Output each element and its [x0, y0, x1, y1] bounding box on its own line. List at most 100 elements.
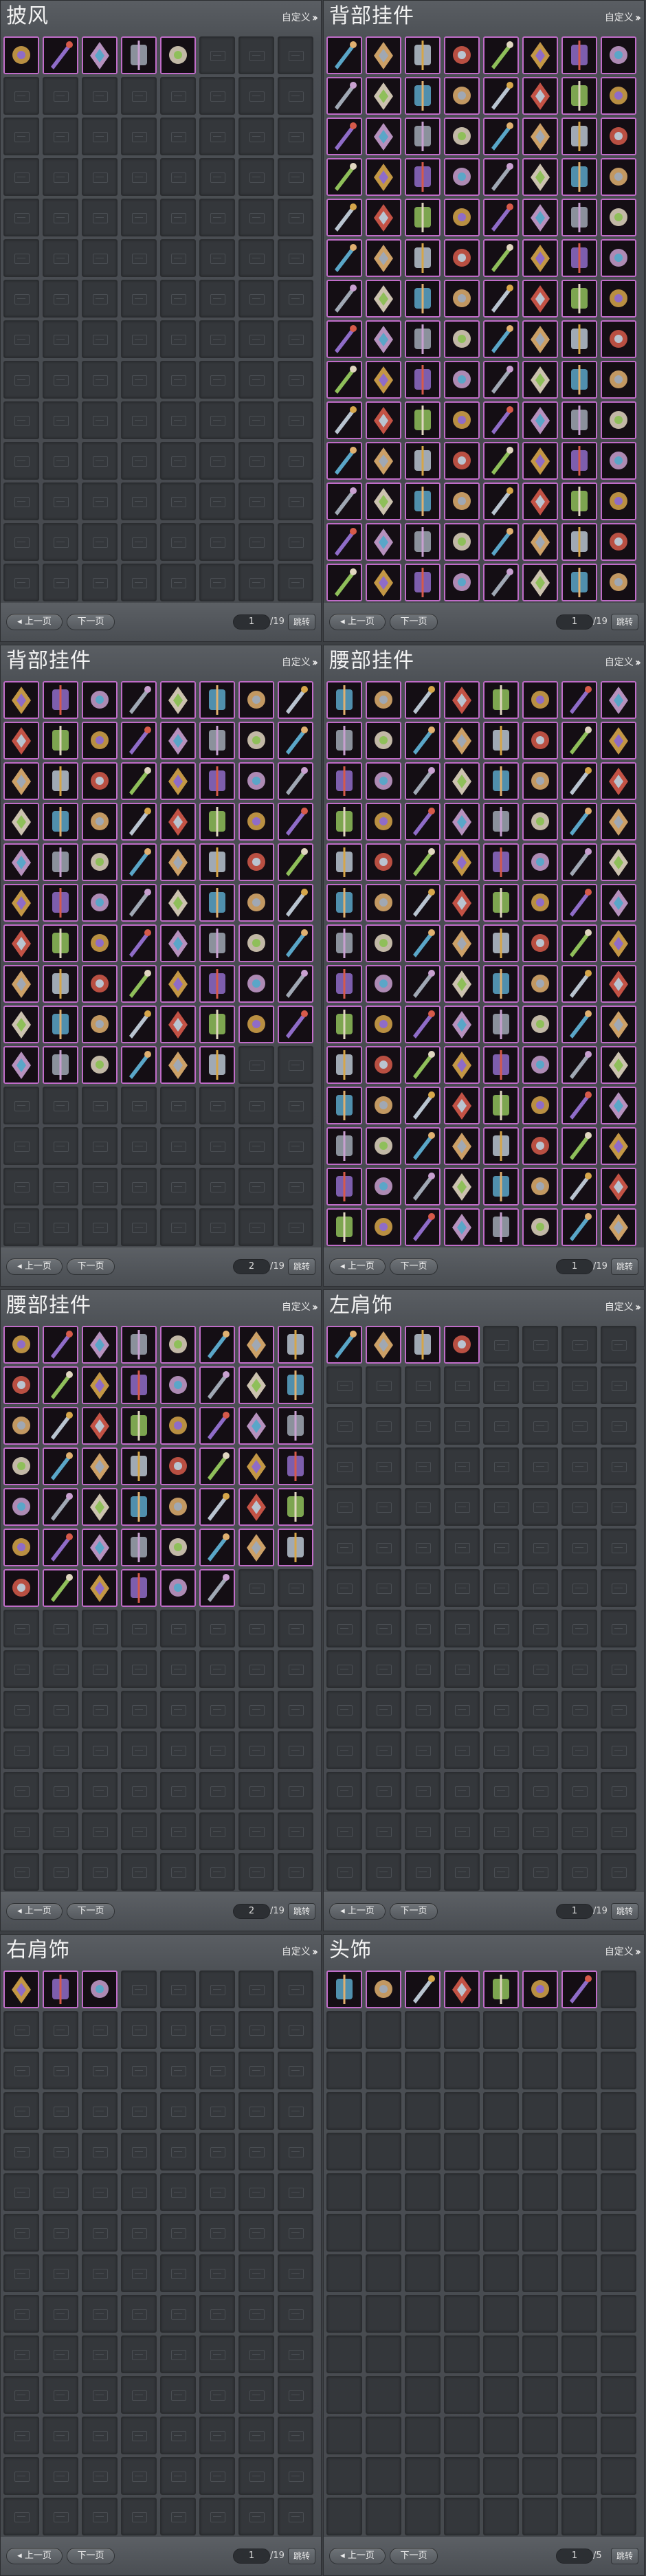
- item-slot[interactable]: [366, 1208, 401, 1246]
- item-slot[interactable]: [82, 1488, 118, 1526]
- item-slot[interactable]: [3, 1488, 39, 1526]
- item-slot[interactable]: [561, 280, 597, 318]
- item-slot[interactable]: [483, 1970, 519, 2008]
- item-slot[interactable]: [199, 1569, 235, 1607]
- item-slot[interactable]: [522, 924, 558, 962]
- item-slot[interactable]: [444, 1006, 480, 1043]
- item-slot[interactable]: [278, 1407, 313, 1445]
- customize-button[interactable]: 自定义 ››: [282, 1300, 318, 1313]
- item-slot[interactable]: [444, 199, 480, 236]
- next-page-button[interactable]: 下一页: [390, 614, 438, 630]
- item-slot[interactable]: [160, 1569, 196, 1607]
- item-slot[interactable]: [483, 884, 519, 922]
- customize-button[interactable]: 自定义 ››: [282, 10, 318, 24]
- item-slot[interactable]: [3, 884, 39, 922]
- item-slot[interactable]: [326, 401, 362, 439]
- item-slot[interactable]: [601, 1006, 636, 1043]
- item-slot[interactable]: [561, 965, 597, 1003]
- item-slot[interactable]: [160, 681, 196, 719]
- item-slot[interactable]: [326, 1970, 362, 2008]
- item-slot[interactable]: [366, 1168, 401, 1206]
- jump-button[interactable]: 跳转: [288, 614, 315, 630]
- item-slot[interactable]: [3, 1447, 39, 1485]
- prev-page-button[interactable]: ◂ 上一页: [329, 1903, 386, 1920]
- item-slot[interactable]: [43, 1447, 78, 1485]
- item-slot[interactable]: [43, 1046, 78, 1084]
- jump-button[interactable]: 跳转: [288, 1903, 315, 1920]
- item-slot[interactable]: [43, 681, 78, 719]
- item-slot[interactable]: [43, 1488, 78, 1526]
- item-slot[interactable]: [601, 965, 636, 1003]
- item-slot[interactable]: [3, 924, 39, 962]
- item-slot[interactable]: [43, 762, 78, 800]
- item-slot[interactable]: [561, 77, 597, 115]
- item-slot[interactable]: [160, 924, 196, 962]
- prev-page-button[interactable]: ◂ 上一页: [329, 614, 386, 630]
- item-slot[interactable]: [3, 1046, 39, 1084]
- item-slot[interactable]: [483, 803, 519, 841]
- item-slot[interactable]: [483, 722, 519, 759]
- item-slot[interactable]: [483, 158, 519, 196]
- item-slot[interactable]: [483, 762, 519, 800]
- item-slot[interactable]: [366, 803, 401, 841]
- item-slot[interactable]: [522, 1970, 558, 2008]
- item-slot[interactable]: [199, 843, 235, 881]
- item-slot[interactable]: [601, 762, 636, 800]
- item-slot[interactable]: [405, 77, 441, 115]
- item-slot[interactable]: [483, 1046, 519, 1084]
- item-slot[interactable]: [483, 843, 519, 881]
- jump-button[interactable]: 跳转: [288, 2548, 315, 2564]
- item-slot[interactable]: [561, 1208, 597, 1246]
- item-slot[interactable]: [82, 1569, 118, 1607]
- item-slot[interactable]: [601, 564, 636, 601]
- item-slot[interactable]: [121, 884, 157, 922]
- item-slot[interactable]: [405, 1046, 441, 1084]
- item-slot[interactable]: [522, 1006, 558, 1043]
- item-slot[interactable]: [522, 1127, 558, 1165]
- item-slot[interactable]: [326, 681, 362, 719]
- item-slot[interactable]: [601, 482, 636, 520]
- item-slot[interactable]: [405, 1087, 441, 1124]
- item-slot[interactable]: [601, 924, 636, 962]
- item-slot[interactable]: [43, 1529, 78, 1566]
- item-slot[interactable]: [326, 36, 362, 74]
- item-slot[interactable]: [483, 118, 519, 155]
- item-slot[interactable]: [483, 280, 519, 318]
- item-slot[interactable]: [522, 442, 558, 480]
- item-slot[interactable]: [522, 1208, 558, 1246]
- item-slot[interactable]: [121, 1366, 157, 1404]
- item-slot[interactable]: [405, 1970, 441, 2008]
- customize-button[interactable]: 自定义 ››: [282, 1944, 318, 1958]
- item-slot[interactable]: [43, 722, 78, 759]
- item-slot[interactable]: [121, 843, 157, 881]
- item-slot[interactable]: [444, 401, 480, 439]
- jump-button[interactable]: 跳转: [611, 1258, 638, 1275]
- item-slot[interactable]: [601, 843, 636, 881]
- item-slot[interactable]: [366, 77, 401, 115]
- item-slot[interactable]: [444, 1046, 480, 1084]
- item-slot[interactable]: [561, 118, 597, 155]
- item-slot[interactable]: [278, 965, 313, 1003]
- item-slot[interactable]: [561, 924, 597, 962]
- item-slot[interactable]: [326, 77, 362, 115]
- item-slot[interactable]: [326, 884, 362, 922]
- item-slot[interactable]: [483, 320, 519, 358]
- item-slot[interactable]: [522, 401, 558, 439]
- item-slot[interactable]: [561, 158, 597, 196]
- item-slot[interactable]: [444, 77, 480, 115]
- item-slot[interactable]: [82, 36, 118, 74]
- next-page-button[interactable]: 下一页: [390, 2548, 438, 2564]
- item-slot[interactable]: [278, 924, 313, 962]
- item-slot[interactable]: [444, 803, 480, 841]
- item-slot[interactable]: [601, 1168, 636, 1206]
- item-slot[interactable]: [561, 681, 597, 719]
- item-slot[interactable]: [326, 280, 362, 318]
- item-slot[interactable]: [121, 1046, 157, 1084]
- item-slot[interactable]: [160, 1529, 196, 1566]
- item-slot[interactable]: [366, 1127, 401, 1165]
- item-slot[interactable]: [278, 843, 313, 881]
- prev-page-button[interactable]: ◂ 上一页: [6, 2548, 63, 2564]
- item-slot[interactable]: [561, 564, 597, 601]
- item-slot[interactable]: [82, 803, 118, 841]
- item-slot[interactable]: [238, 1447, 274, 1485]
